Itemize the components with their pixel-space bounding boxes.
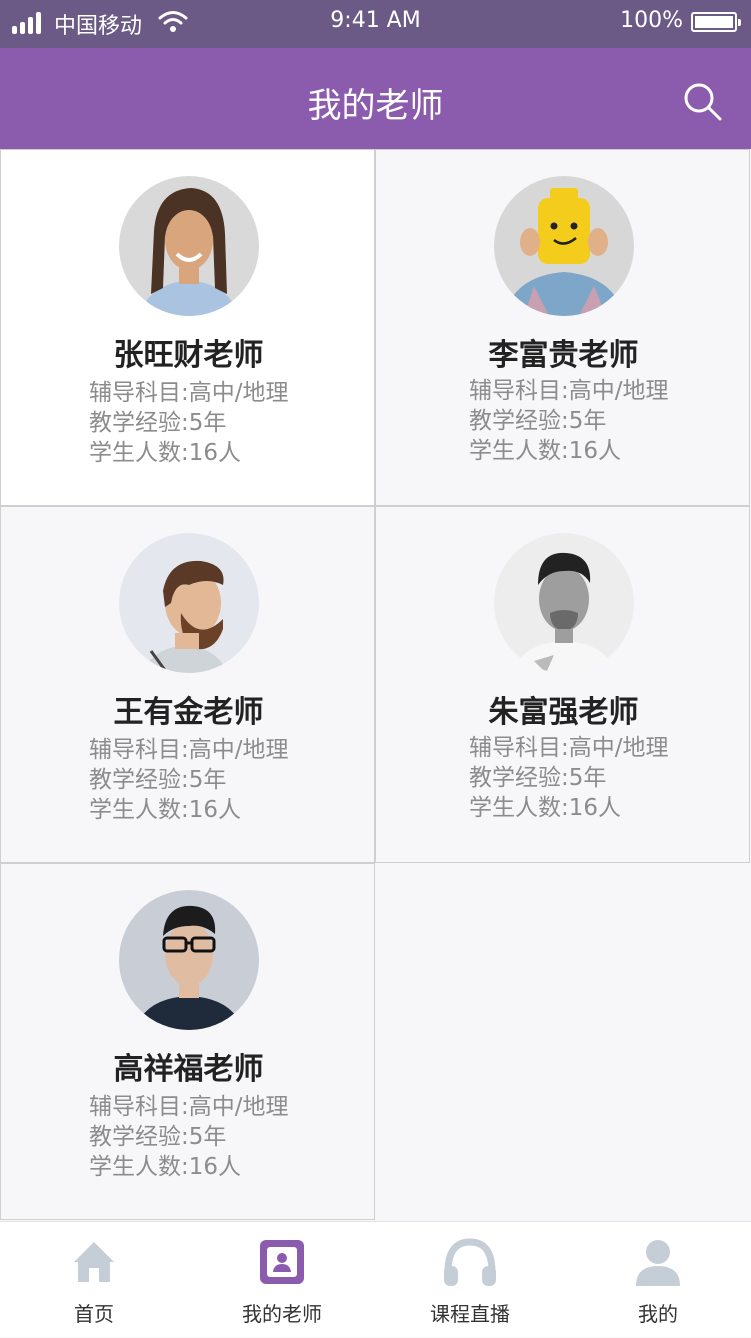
teacher-subject: 辅导科目:高中/地理 — [469, 378, 669, 404]
teacher-students: 学生人数:16人 — [469, 438, 622, 464]
teacher-grid: 张旺财老师 辅导科目:高中/地理 教学经验:5年 学生人数:16人 李富贵老师 — [0, 149, 751, 1221]
teacher-card[interactable]: 张旺财老师 辅导科目:高中/地理 教学经验:5年 学生人数:16人 — [0, 149, 375, 506]
teacher-name: 朱富强老师 — [488, 695, 639, 730]
avatar — [119, 533, 259, 673]
teacher-card[interactable]: 王有金老师 辅导科目:高中/地理 教学经验:5年 学生人数:16人 — [0, 506, 375, 863]
teacher-subject: 辅导科目:高中/地理 — [89, 380, 289, 406]
teacher-subject: 辅导科目:高中/地理 — [469, 735, 669, 761]
tab-home[interactable]: 首页 — [0, 1222, 188, 1338]
teacher-card[interactable]: 高祥福老师 辅导科目:高中/地理 教学经验:5年 学生人数:16人 — [0, 863, 375, 1220]
tab-my-teachers-label: 我的老师 — [242, 1302, 322, 1326]
tab-bar: 首页 我的老师 课程直播 我的 — [0, 1221, 751, 1337]
user-icon — [636, 1240, 680, 1286]
headphones-icon — [444, 1238, 496, 1286]
page-title: 我的老师 — [307, 86, 444, 126]
tab-my-teachers[interactable]: 我的老师 — [188, 1222, 376, 1338]
teacher-name: 王有金老师 — [113, 695, 264, 730]
search-icon[interactable] — [683, 82, 723, 122]
teacher-card[interactable]: 李富贵老师 辅导科目:高中/地理 教学经验:5年 学生人数:16人 — [375, 149, 750, 506]
tab-mine[interactable]: 我的 — [564, 1222, 751, 1338]
tab-mine-label: 我的 — [638, 1302, 678, 1326]
battery-icon — [691, 12, 741, 32]
teacher-icon — [260, 1240, 304, 1284]
teacher-card[interactable]: 朱富强老师 辅导科目:高中/地理 教学经验:5年 学生人数:16人 — [375, 506, 750, 863]
battery-percent: 100% — [620, 8, 683, 33]
avatar — [119, 176, 259, 316]
avatar — [494, 533, 634, 673]
teacher-experience: 教学经验:5年 — [469, 765, 607, 791]
teacher-subject: 辅导科目:高中/地理 — [89, 1094, 289, 1120]
nav-bar: 我的老师 — [0, 48, 751, 149]
avatar — [119, 890, 259, 1030]
avatar — [494, 176, 634, 316]
status-bar: 中国移动 9:41 AM 100% — [0, 0, 751, 48]
teacher-experience: 教学经验:5年 — [89, 1124, 227, 1150]
teacher-students: 学生人数:16人 — [89, 1154, 242, 1180]
tab-home-label: 首页 — [74, 1302, 114, 1326]
teacher-experience: 教学经验:5年 — [89, 410, 227, 436]
teacher-students: 学生人数:16人 — [89, 440, 242, 466]
teacher-experience: 教学经验:5年 — [89, 767, 227, 793]
teacher-students: 学生人数:16人 — [469, 795, 622, 821]
teacher-experience: 教学经验:5年 — [469, 408, 607, 434]
teacher-name: 李富贵老师 — [488, 338, 639, 373]
teacher-students: 学生人数:16人 — [89, 797, 242, 823]
teacher-name: 张旺财老师 — [113, 338, 264, 373]
tab-live-courses-label: 课程直播 — [430, 1302, 510, 1326]
teacher-subject: 辅导科目:高中/地理 — [89, 737, 289, 763]
teacher-name: 高祥福老师 — [113, 1052, 264, 1087]
tab-live-courses[interactable]: 课程直播 — [376, 1222, 564, 1338]
home-icon — [74, 1242, 114, 1282]
